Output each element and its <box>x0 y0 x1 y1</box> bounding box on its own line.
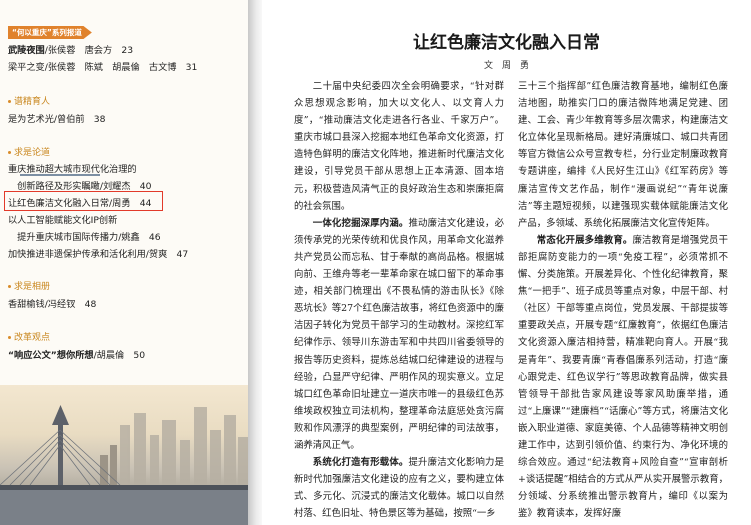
bullet-icon <box>8 151 11 154</box>
article-column-left: 二十届中央纪委四次全会明确要求，“针对群众思想观念影响，加大以文化人、以文育人力… <box>294 78 504 522</box>
bullet-icon <box>8 100 11 103</box>
toc-entry[interactable]: 创新路径及形实瞩瞰/刘耀杰 40 <box>8 178 151 192</box>
page-gutter <box>248 0 262 525</box>
toc-entry[interactable]: 加快推进非遗保护传承和活化利用/贺爽 47 <box>8 246 188 260</box>
table-of-contents: “何以重庆”系列报道 武陵夜围/张侯蓉 唐会方 23 梁平之变/张侯蓉 陈斌 胡… <box>0 0 248 385</box>
article-title: 让红色廉洁文化融入日常 <box>413 33 600 53</box>
toc-entry[interactable]: 提升重庆城市国际传播力/姚鑫 46 <box>8 229 160 243</box>
toc-entry[interactable]: 梁平之变/张侯蓉 陈斌 胡晨倫 古文博 31 <box>8 59 197 73</box>
article-author: 文 周 勇 <box>483 61 529 71</box>
paragraph: 二十届中央纪委四次全会明确要求，“针对群众思想观念影响，加大以文化人、以文育人力… <box>294 81 504 212</box>
toc-entry[interactable]: 香甜榆钱/冯经钗 48 <box>8 296 96 310</box>
paragraph: 一体化挖掘深厚内涵。推动廉洁文化建设，必须传承党的光荣传统和优良作风，用革命文化… <box>294 217 504 451</box>
bullet-icon <box>8 285 11 288</box>
toc-entry[interactable]: 是为艺术光/曾伯前 38 <box>8 111 105 125</box>
toc-entry[interactable]: 以人工智能赋能文化IP创新 <box>8 212 117 226</box>
section-heading: 求是论道 <box>8 145 50 158</box>
section-heading: 谱精育人 <box>8 94 50 107</box>
bullet-icon <box>8 336 11 339</box>
series-tag: “何以重庆”系列报道 <box>8 26 92 39</box>
paragraph-heading: 系统化打造有形载体。 <box>312 457 409 469</box>
section-heading: 求是相册 <box>8 279 50 292</box>
paragraph: 三十三个指挥部”红色廉洁教育基地，编制红色廉洁地图，助推实门口的廉洁微阵地满足党… <box>518 81 728 229</box>
toc-entry[interactable]: 重庆推动超大城市现代化治理的 <box>8 161 137 175</box>
section-heading: 改革观点 <box>8 330 50 343</box>
article-column-right: 三十三个指挥部”红色廉洁教育基地，编制红色廉洁地图，助推实门口的廉洁微阵地满足党… <box>518 78 728 522</box>
paragraph-heading: 一体化挖掘深厚内涵。 <box>312 217 409 229</box>
toc-page: “何以重庆”系列报道 武陵夜围/张侯蓉 唐会方 23 梁平之变/张侯蓉 陈斌 胡… <box>0 0 248 525</box>
toc-entry[interactable]: 武陵夜围/张侯蓉 唐会方 23 <box>8 42 133 56</box>
city-bridge-photo <box>0 385 248 525</box>
paragraph: 系统化打造有形载体。提升廉洁文化影响力是新时代加强廉洁文化建设的应有之义，要构建… <box>294 457 504 520</box>
bridge-illustration <box>0 405 248 525</box>
underline-mark <box>20 174 100 176</box>
paragraph: 常态化开展多维教育。廉洁教育是增强党员干部拒腐防变能力的一项“免疫工程”，必须常… <box>518 234 728 520</box>
toc-entry[interactable]: “响应公文”想你所想/胡晨倫 50 <box>8 347 145 361</box>
article-page: 让红色廉洁文化融入日常 文 周 勇 二十届中央纪委四次全会明确要求，“针对群众思… <box>262 0 751 525</box>
paragraph-heading: 常态化开展多维教育。 <box>536 234 633 246</box>
highlight-box <box>4 191 163 211</box>
